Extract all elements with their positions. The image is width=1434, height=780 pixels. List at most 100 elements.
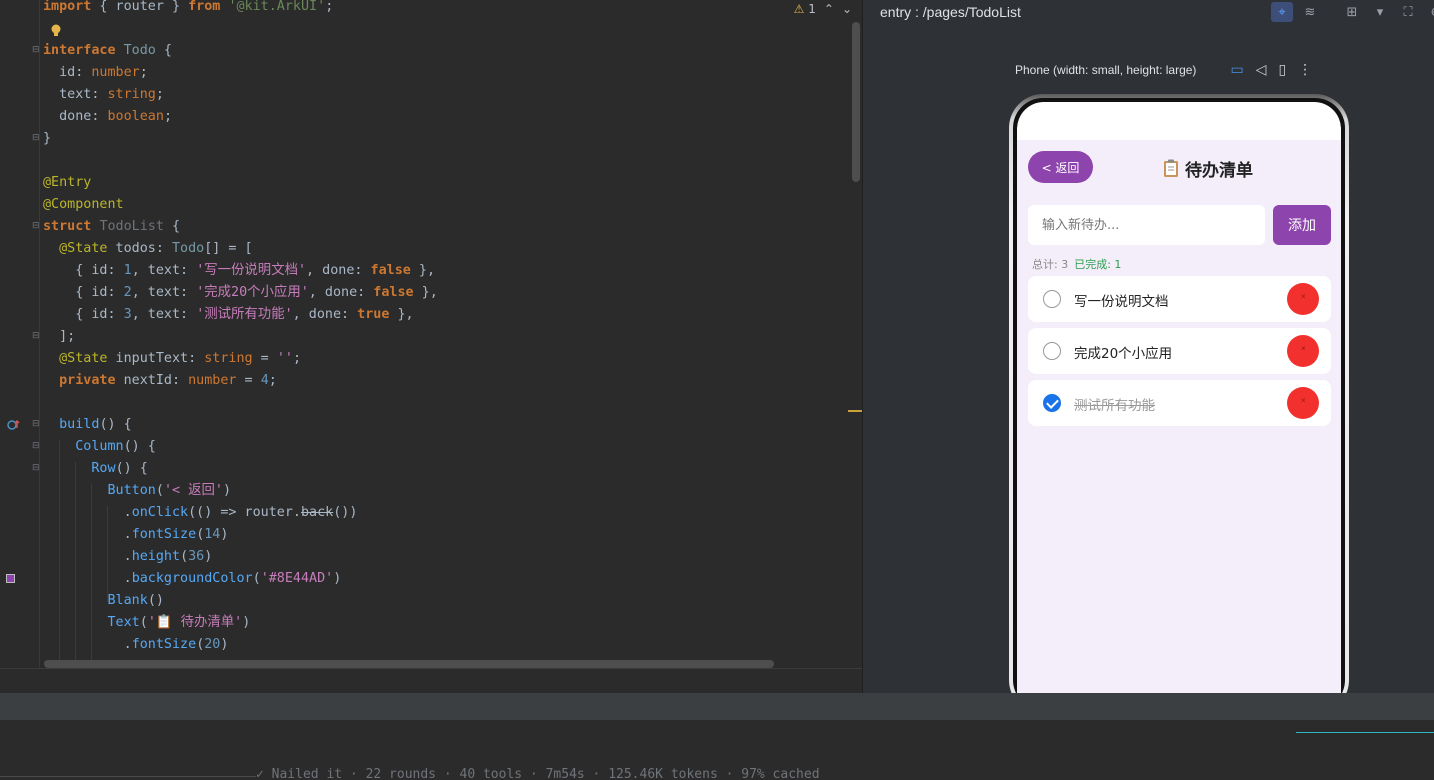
zoom-icon[interactable]: ⊖ [1425,2,1434,22]
page-title: 待办清单 [1163,156,1253,181]
delete-button[interactable]: × [1287,283,1319,315]
code-token: { [155,43,172,58]
code-token: 3 [123,307,132,322]
code-token: ; [268,373,277,388]
frame-icon[interactable]: ⛶ [1397,2,1419,22]
code-line[interactable]: @Entry [43,172,438,194]
code-editor[interactable]: ⊟ ⊟ ⊟ ⊟ ⊟ ⊟ ⊟ import { router } from '@k… [0,0,862,668]
code-line[interactable]: struct TodoList { [43,216,438,238]
code-token: }, [389,307,414,322]
code-token: import [43,0,92,14]
fold-icon[interactable]: ⊟ [32,442,41,451]
override-marker-icon[interactable] [7,419,21,431]
code-token: ; [155,87,164,102]
code-line[interactable]: @State todos: Todo[] = [ [43,238,438,260]
inspector-toggle-icon[interactable]: ⌖ [1271,2,1293,22]
code-line[interactable]: import { router } from '@kit.ArkUI'; [43,0,438,18]
code-line[interactable]: id: number; [43,62,438,84]
total-count: 总计: 3 [1032,258,1069,271]
code-line[interactable]: Button('< 返回') [43,480,438,502]
chevron-down-icon[interactable]: ⌄ [842,2,852,16]
code-token: . [43,527,132,542]
code-line[interactable]: Column() { [43,436,438,458]
code-line[interactable] [43,18,438,40]
fold-icon[interactable]: ⊟ [32,46,41,55]
code-line[interactable]: Text('📋 待办清单') [43,612,438,634]
code-token: ) [220,637,229,652]
code-token: true [357,307,390,322]
add-button[interactable]: 添加 [1273,205,1331,245]
ide-window: ⊟ ⊟ ⊟ ⊟ ⊟ ⊟ ⊟ import { router } from '@k… [0,0,1434,780]
code-line[interactable]: build() { [43,414,438,436]
inspection-widget[interactable]: ⚠ 1 ⌃ ⌄ [794,2,852,16]
code-line[interactable]: .fontSize(14) [43,524,438,546]
rotate-device-icon[interactable]: ▯ [1278,62,1286,78]
horizontal-scrollbar[interactable] [44,660,774,668]
grid-icon[interactable]: ⊞ [1341,2,1363,22]
code-token: string [204,351,253,366]
code-line[interactable]: .fontSize(20) [43,634,438,656]
code-token: '' [276,351,293,366]
code-token: Row [43,461,116,476]
code-token: ( [180,549,189,564]
code-line[interactable]: Row() { [43,458,438,480]
code-line[interactable]: .onClick(() => router.back()) [43,502,438,524]
checked-circle-icon[interactable] [1043,394,1061,412]
code-line[interactable]: { id: 3, text: '测试所有功能', done: true }, [43,304,438,326]
code-line[interactable]: @Component [43,194,438,216]
code-line[interactable]: interface Todo { [43,40,438,62]
preview-title: entry : /pages/TodoList [880,4,1021,20]
code-token: Button [43,483,156,498]
vertical-scrollbar[interactable] [852,22,860,182]
fold-icon[interactable]: ⊟ [32,222,41,231]
code-token: ( [139,615,148,630]
code-token: [] = [ [204,241,253,256]
code-token: ; [292,351,301,366]
unchecked-circle-icon[interactable] [1043,342,1061,360]
code-token: boolean [107,109,164,124]
code-content[interactable]: import { router } from '@kit.ArkUI'; int… [43,0,438,668]
code-line[interactable]: Blank() [43,590,438,612]
code-token: backgroundColor [131,571,253,586]
code-token: { [163,219,181,234]
code-line[interactable]: .height(36) [43,546,438,568]
code-line[interactable]: private nextId: number = 4; [43,370,438,392]
dropdown-icon[interactable]: ▾ [1369,2,1391,22]
code-line[interactable] [43,150,438,172]
back-button[interactable]: < 返回 [1028,151,1093,183]
code-line[interactable]: { id: 1, text: '写一份说明文档', done: false }, [43,260,438,282]
code-token: ) [242,615,251,630]
back-triangle-icon[interactable]: ◁ [1256,62,1267,78]
more-icon[interactable]: ⋮ [1298,62,1312,78]
todo-item: 测试所有功能 × [1028,380,1331,426]
fold-icon[interactable]: ⊟ [32,420,41,429]
unchecked-circle-icon[interactable] [1043,290,1061,308]
fold-icon[interactable]: ⊟ [32,134,41,143]
code-line[interactable]: ]; [43,326,438,348]
code-line[interactable]: { id: 2, text: '完成20个小应用', done: false }… [43,282,438,304]
code-token: . [43,549,132,564]
status-message: ✓ Nailed it · 22 rounds · 40 tools · 7m5… [256,767,820,780]
code-line[interactable]: done: boolean; [43,106,438,128]
code-line[interactable]: } [43,128,438,150]
code-line[interactable]: .backgroundColor('#8E44AD') [43,568,438,590]
device-frame-icon[interactable]: ▭ [1230,62,1243,78]
layers-icon[interactable]: ≋ [1299,2,1321,22]
delete-button[interactable]: × [1287,387,1319,419]
code-line[interactable] [43,392,438,414]
fold-icon[interactable]: ⊟ [32,464,41,473]
code-token: @Component [43,197,124,212]
fold-icon[interactable]: ⊟ [32,332,41,341]
scroll-marker[interactable] [848,410,862,412]
new-todo-input[interactable] [1028,205,1265,245]
delete-button[interactable]: × [1287,335,1319,367]
color-swatch-icon[interactable] [6,574,15,583]
code-token: Todo [123,43,156,58]
chevron-up-icon[interactable]: ⌃ [824,2,834,16]
code-line[interactable]: text: string; [43,84,438,106]
code-token: TodoList [99,219,164,234]
delete-icon: × [1301,344,1306,353]
code-line[interactable]: @State inputText: string = ''; [43,348,438,370]
code-token: 14 [204,527,221,542]
